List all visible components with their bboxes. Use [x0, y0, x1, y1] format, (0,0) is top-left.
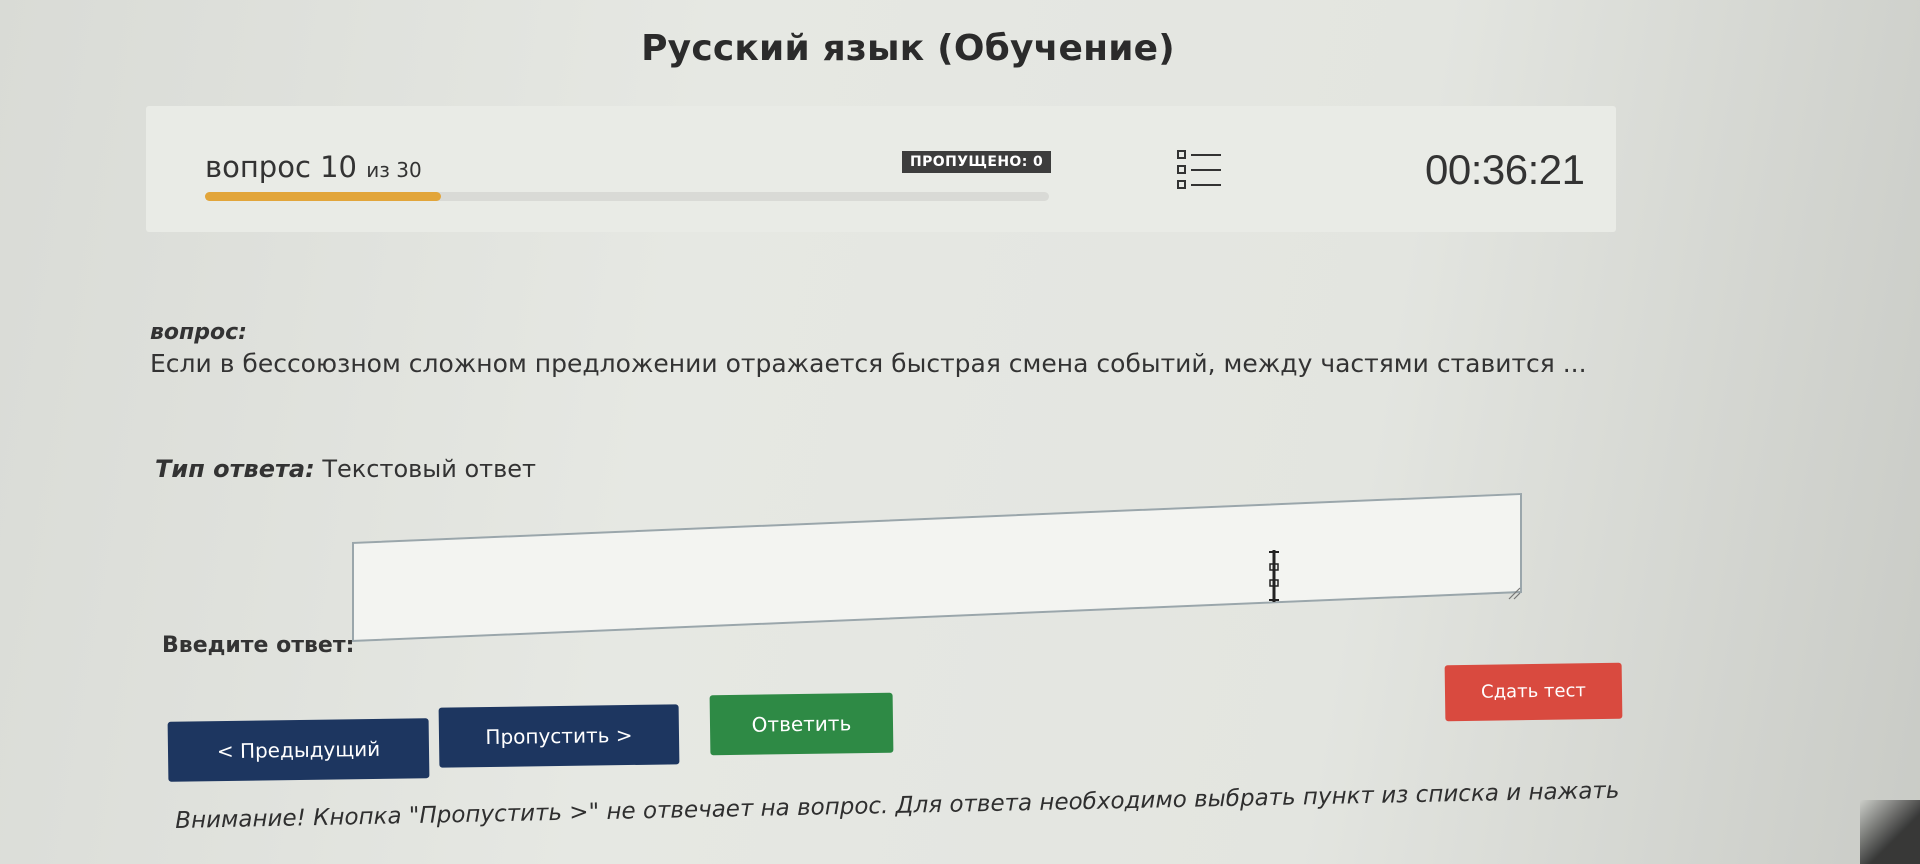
answer-type-value: Текстовый ответ: [322, 455, 536, 483]
skip-button[interactable]: Пропустить >: [438, 704, 680, 768]
question-total: из 30: [366, 158, 422, 182]
skipped-count-badge: ПРОПУЩЕНО: 0: [902, 151, 1052, 173]
skip-warning-text: Внимание! Кнопка "Пропустить >" не отвеч…: [175, 777, 1620, 834]
screen-edge-shadow: [1860, 800, 1920, 864]
text-cursor-icon: [1266, 548, 1282, 604]
question-number: 10: [320, 150, 358, 184]
question-counter-label: вопрос: [205, 150, 311, 184]
previous-button[interactable]: < Предыдущий: [167, 718, 430, 782]
question-text: Если в бессоюзном сложном предложении от…: [150, 349, 1587, 378]
page-title: Русский язык (Обучение): [641, 28, 1175, 69]
question-counter: вопрос 10 из 30: [205, 150, 422, 184]
answer-type-label: Тип ответа:: [155, 455, 315, 483]
finish-test-button[interactable]: Сдать тест: [1444, 662, 1623, 722]
resize-handle-icon[interactable]: [1507, 585, 1521, 600]
progress-bar-fill: [205, 192, 442, 201]
countdown-timer: 00:36:21: [1425, 146, 1585, 193]
question-list-icon[interactable]: [1175, 148, 1223, 192]
answer-textarea[interactable]: [352, 492, 1522, 642]
progress-bar: [205, 192, 1049, 201]
answer-input-label: Введите ответ:: [162, 633, 355, 658]
question-heading: вопрос:: [150, 320, 247, 345]
answer-type: Тип ответа: Текстовый ответ: [155, 455, 536, 483]
answer-button[interactable]: Ответить: [709, 692, 894, 756]
